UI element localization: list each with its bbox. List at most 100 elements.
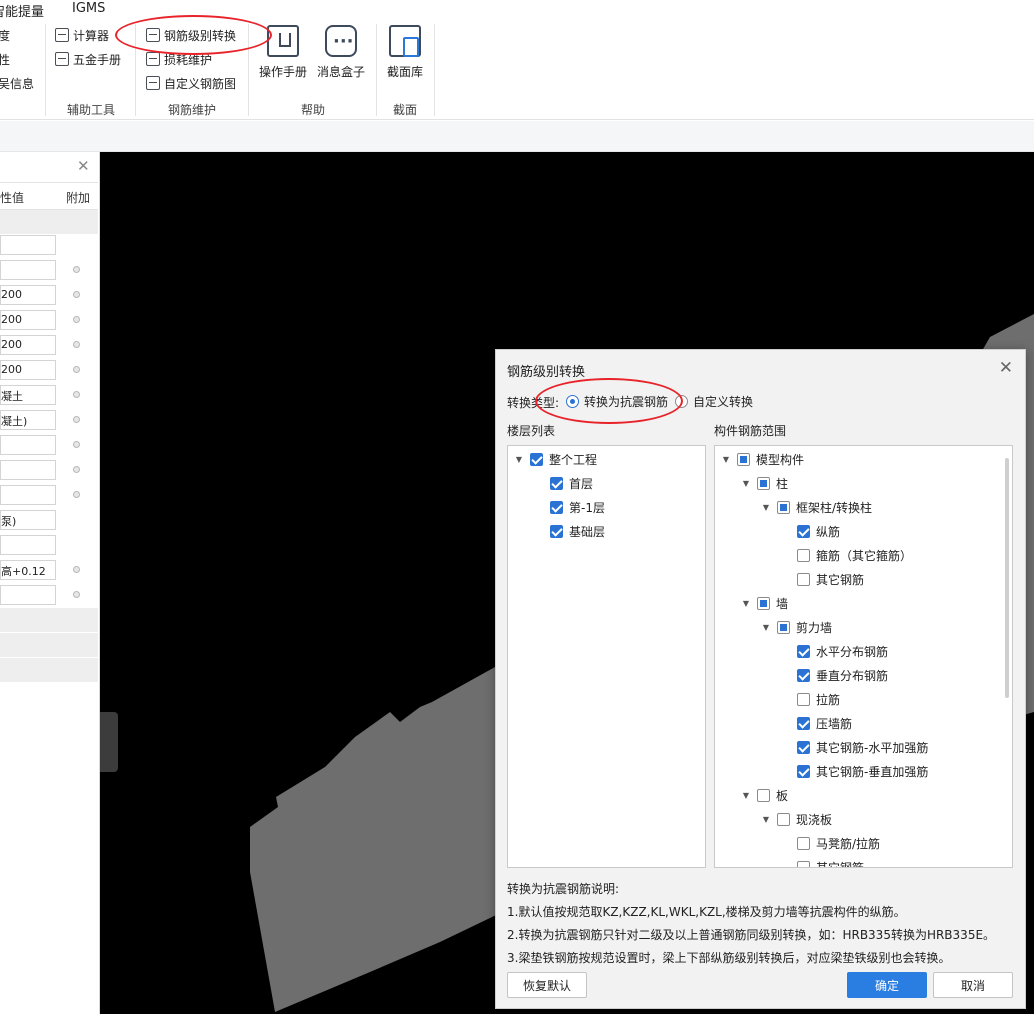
radio-custom[interactable]: 自定义转换 [675, 393, 753, 410]
loss-maintenance-button[interactable]: 损耗维护 [146, 49, 212, 69]
property-value-field[interactable] [0, 435, 56, 455]
tree-item[interactable]: ▼ 模型构件 [721, 447, 804, 471]
extra-option-icon[interactable] [73, 316, 80, 323]
tree-item[interactable]: 水平分布钢筋 [781, 639, 888, 663]
chevron-down-icon[interactable]: ▼ [761, 623, 771, 632]
property-value-field[interactable]: 200 [0, 310, 56, 330]
tree-item[interactable]: 首层 [534, 471, 593, 495]
tree-item[interactable]: 纵筋 [781, 519, 840, 543]
tree-item[interactable]: 箍筋（其它箍筋） [781, 543, 912, 567]
tree-item[interactable]: ▼ 整个工程 [514, 447, 597, 471]
tree-item[interactable]: ▼ 板 [741, 783, 788, 807]
chevron-down-icon[interactable]: ▼ [761, 815, 771, 824]
property-value-field[interactable]: 200 [0, 360, 56, 380]
tree-item[interactable]: 基础层 [534, 519, 605, 543]
property-value-field[interactable]: 200 [0, 335, 56, 355]
checkbox-icon[interactable] [757, 596, 770, 610]
property-value-field[interactable]: 凝土) [0, 410, 56, 430]
extra-option-icon[interactable] [73, 391, 80, 398]
floor-tree[interactable]: ▼ 整个工程 首层 第-1层 基础层 [507, 445, 706, 868]
chevron-down-icon[interactable]: ▼ [761, 503, 771, 512]
checkbox-icon[interactable] [797, 524, 810, 538]
property-value-field[interactable] [0, 535, 56, 555]
cancel-button[interactable]: 取消 [933, 972, 1013, 998]
tree-item[interactable]: 马凳筋/拉筋 [781, 831, 880, 855]
tree-item[interactable]: 第-1层 [534, 495, 605, 519]
extra-option-icon[interactable] [73, 466, 80, 473]
calculator-button[interactable]: 计算器 [55, 25, 109, 45]
tree-item[interactable]: 垂直分布钢筋 [781, 663, 888, 687]
checkbox-icon[interactable] [777, 620, 790, 634]
chevron-down-icon[interactable]: ▼ [514, 455, 524, 464]
property-value-field[interactable] [0, 460, 56, 480]
property-value-field[interactable]: 凝土 [0, 385, 56, 405]
chevron-down-icon[interactable]: ▼ [741, 599, 751, 608]
extra-option-icon[interactable] [73, 366, 80, 373]
checkbox-icon[interactable] [797, 740, 810, 754]
checkbox-icon[interactable] [797, 548, 810, 562]
custom-rebar-button[interactable]: 自定义钢筋图 [146, 73, 236, 93]
extra-option-icon[interactable] [73, 416, 80, 423]
tree-item[interactable]: 其它钢筋-垂直加强筋 [781, 759, 928, 783]
operation-manual-button[interactable]: 操作手册 [258, 25, 308, 80]
tree-item[interactable]: 其它钢筋 [781, 567, 864, 591]
rebar-grade-convert-button[interactable]: 钢筋级别转换 [146, 25, 236, 45]
close-icon[interactable]: ✕ [77, 157, 90, 175]
menu-igms[interactable]: IGMS [72, 1, 105, 16]
extra-option-icon[interactable] [73, 291, 80, 298]
extra-option-icon[interactable] [73, 491, 80, 498]
extra-option-icon[interactable] [73, 341, 80, 348]
checkbox-icon[interactable] [797, 668, 810, 682]
message-box-button[interactable]: 消息盒子 [316, 25, 366, 80]
checkbox-icon[interactable] [550, 524, 563, 538]
checkbox-icon[interactable] [777, 500, 790, 514]
menu-smart-takeoff[interactable]: 智能提量 [0, 1, 44, 20]
checkbox-icon[interactable] [777, 812, 790, 826]
dialog-close-icon[interactable]: ✕ [999, 358, 1013, 378]
tree-item[interactable]: ▼ 墙 [741, 591, 788, 615]
ribbon-item-cut-2[interactable]: 性 [0, 49, 10, 69]
checkbox-icon[interactable] [530, 452, 543, 466]
panel-collapse-tab[interactable] [100, 712, 118, 772]
checkbox-icon[interactable] [737, 452, 750, 466]
property-value-field[interactable] [0, 235, 56, 255]
checkbox-icon[interactable] [797, 764, 810, 778]
checkbox-icon[interactable] [797, 644, 810, 658]
checkbox-icon[interactable] [550, 500, 563, 514]
property-value-field[interactable]: 200 [0, 285, 56, 305]
tree-item[interactable]: 压墙筋 [781, 711, 852, 735]
tree-item[interactable]: 其它钢筋 [781, 855, 864, 867]
checkbox-icon[interactable] [797, 860, 810, 867]
property-value-field[interactable]: 泵) [0, 510, 56, 530]
chevron-down-icon[interactable]: ▼ [721, 455, 731, 464]
chevron-down-icon[interactable]: ▼ [741, 479, 751, 488]
property-value-field[interactable] [0, 485, 56, 505]
extra-option-icon[interactable] [73, 266, 80, 273]
checkbox-icon[interactable] [797, 836, 810, 850]
tree-item[interactable]: ▼ 剪力墙 [761, 615, 832, 639]
hardware-manual-button[interactable]: 五金手册 [55, 49, 121, 69]
property-value-field[interactable] [0, 260, 56, 280]
chevron-down-icon[interactable]: ▼ [741, 791, 751, 800]
scrollbar[interactable] [1005, 458, 1009, 698]
ribbon-item-cut-1[interactable]: 度 [0, 25, 10, 45]
extra-option-icon[interactable] [73, 441, 80, 448]
tree-item[interactable]: 拉筋 [781, 687, 840, 711]
ribbon-item-cut-3[interactable]: 吴信息 [0, 73, 34, 93]
tree-item[interactable]: ▼ 框架柱/转换柱 [761, 495, 872, 519]
extra-option-icon[interactable] [73, 566, 80, 573]
checkbox-icon[interactable] [797, 716, 810, 730]
checkbox-icon[interactable] [757, 788, 770, 802]
extra-option-icon[interactable] [73, 591, 80, 598]
checkbox-icon[interactable] [797, 692, 810, 706]
range-tree[interactable]: ▼ 模型构件 ▼ 柱 ▼ 框架柱/转换柱 纵筋 箍筋（其它箍筋） 其它钢筋 ▼ 墙 ▼ 剪力墙 水平分布钢… [714, 445, 1013, 868]
tree-item[interactable]: 其它钢筋-水平加强筋 [781, 735, 928, 759]
property-value-field[interactable] [0, 585, 56, 605]
radio-seismic[interactable]: 转换为抗震钢筋 [566, 393, 668, 410]
checkbox-icon[interactable] [550, 476, 563, 490]
tree-item[interactable]: ▼ 柱 [741, 471, 788, 495]
reset-default-button[interactable]: 恢复默认 [507, 972, 587, 998]
checkbox-icon[interactable] [797, 572, 810, 586]
checkbox-icon[interactable] [757, 476, 770, 490]
property-value-field[interactable]: 高+0.12 [0, 560, 56, 580]
